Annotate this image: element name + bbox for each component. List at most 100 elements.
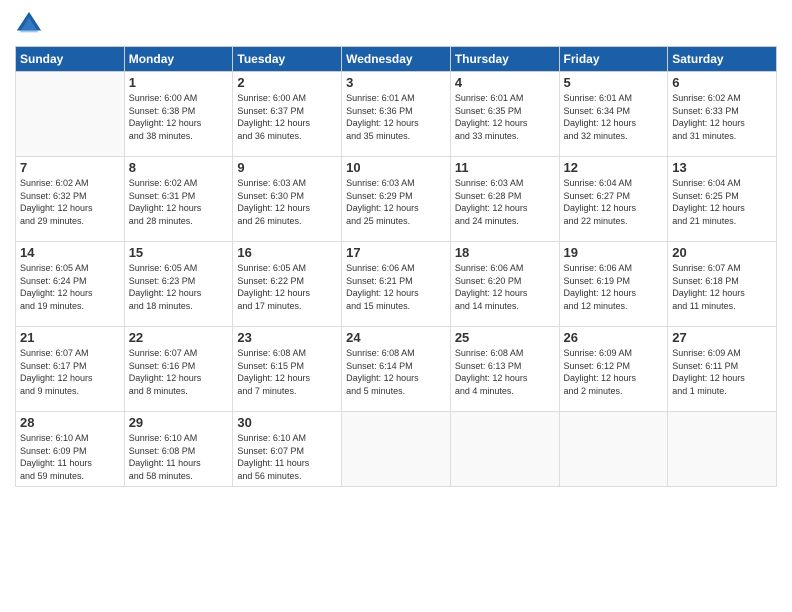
day-number: 13 — [672, 160, 772, 175]
day-number: 12 — [564, 160, 664, 175]
calendar-week-row: 7Sunrise: 6:02 AM Sunset: 6:32 PM Daylig… — [16, 157, 777, 242]
day-info: Sunrise: 6:02 AM Sunset: 6:31 PM Dayligh… — [129, 177, 229, 227]
calendar-cell: 21Sunrise: 6:07 AM Sunset: 6:17 PM Dayli… — [16, 327, 125, 412]
day-number: 19 — [564, 245, 664, 260]
day-number: 6 — [672, 75, 772, 90]
day-number: 9 — [237, 160, 337, 175]
day-number: 10 — [346, 160, 446, 175]
calendar-cell: 30 Sunrise: 6:10 AM Sunset: 6:07 PM Dayli… — [233, 412, 342, 487]
calendar-cell: 4 Sunrise: 6:01 AM Sunset: 6:35 PM Daylig… — [450, 72, 559, 157]
day-number: 1 — [129, 75, 229, 90]
day-info: Sunrise: 6:05 AM Sunset: 6:22 PM Dayligh… — [237, 262, 337, 312]
day-info: Sunrise: 6:09 AM Sunset: 6:12 PM Dayligh… — [564, 347, 664, 397]
day-number: 4 — [455, 75, 555, 90]
day-number: 24 — [346, 330, 446, 345]
calendar-cell: 10 Sunrise: 6:03 AM Sunset: 6:29 PM Dayli… — [342, 157, 451, 242]
logo — [15, 10, 47, 38]
day-number: 5 — [564, 75, 664, 90]
calendar-cell: 25 Sunrise: 6:08 AM Sunset: 6:13 PM Dayli… — [450, 327, 559, 412]
day-header: Wednesday — [342, 47, 451, 72]
day-number: 14 — [20, 245, 120, 260]
calendar-cell — [16, 72, 125, 157]
day-info: Sunrise: 6:04 AM Sunset: 6:27 PM Dayligh… — [564, 177, 664, 227]
day-number: 29 — [129, 415, 229, 430]
day-info: Sunrise: 6:00 AM Sunset: 6:37 PM Dayligh… — [237, 92, 337, 142]
day-header: Tuesday — [233, 47, 342, 72]
day-number: 30 — [237, 415, 337, 430]
day-info: Sunrise: 6:09 AM Sunset: 6:11 PM Dayligh… — [672, 347, 772, 397]
day-info: Sunrise: 6:08 AM Sunset: 6:15 PM Dayligh… — [237, 347, 337, 397]
calendar-cell: 17Sunrise: 6:06 AM Sunset: 6:21 PM Dayli… — [342, 242, 451, 327]
day-info: Sunrise: 6:01 AM Sunset: 6:36 PM Dayligh… — [346, 92, 446, 142]
day-info: Sunrise: 6:03 AM Sunset: 6:29 PM Dayligh… — [346, 177, 446, 227]
day-info: Sunrise: 6:03 AM Sunset: 6:28 PM Dayligh… — [455, 177, 555, 227]
day-info: Sunrise: 6:01 AM Sunset: 6:35 PM Dayligh… — [455, 92, 555, 142]
calendar: SundayMondayTuesdayWednesdayThursdayFrid… — [15, 46, 777, 487]
day-info: Sunrise: 6:06 AM Sunset: 6:19 PM Dayligh… — [564, 262, 664, 312]
calendar-cell: 9 Sunrise: 6:03 AM Sunset: 6:30 PM Daylig… — [233, 157, 342, 242]
calendar-cell: 24Sunrise: 6:08 AM Sunset: 6:14 PM Dayli… — [342, 327, 451, 412]
day-info: Sunrise: 6:07 AM Sunset: 6:17 PM Dayligh… — [20, 347, 120, 397]
day-info: Sunrise: 6:08 AM Sunset: 6:13 PM Dayligh… — [455, 347, 555, 397]
day-info: Sunrise: 6:06 AM Sunset: 6:20 PM Dayligh… — [455, 262, 555, 312]
day-number: 15 — [129, 245, 229, 260]
day-info: Sunrise: 6:07 AM Sunset: 6:18 PM Dayligh… — [672, 262, 772, 312]
day-info: Sunrise: 6:10 AM Sunset: 6:07 PM Dayligh… — [237, 432, 337, 482]
day-number: 2 — [237, 75, 337, 90]
day-number: 22 — [129, 330, 229, 345]
day-header: Friday — [559, 47, 668, 72]
day-number: 18 — [455, 245, 555, 260]
calendar-cell — [342, 412, 451, 487]
calendar-cell — [559, 412, 668, 487]
calendar-cell: 6 Sunrise: 6:02 AM Sunset: 6:33 PM Daylig… — [668, 72, 777, 157]
day-info: Sunrise: 6:10 AM Sunset: 6:09 PM Dayligh… — [20, 432, 120, 482]
day-info: Sunrise: 6:04 AM Sunset: 6:25 PM Dayligh… — [672, 177, 772, 227]
calendar-header-row: SundayMondayTuesdayWednesdayThursdayFrid… — [16, 47, 777, 72]
calendar-week-row: 1 Sunrise: 6:00 AM Sunset: 6:38 PM Daylig… — [16, 72, 777, 157]
day-number: 7 — [20, 160, 120, 175]
day-info: Sunrise: 6:07 AM Sunset: 6:16 PM Dayligh… — [129, 347, 229, 397]
day-number: 26 — [564, 330, 664, 345]
day-number: 17 — [346, 245, 446, 260]
day-header: Monday — [124, 47, 233, 72]
calendar-week-row: 14 Sunrise: 6:05 AM Sunset: 6:24 PM Dayli… — [16, 242, 777, 327]
day-number: 3 — [346, 75, 446, 90]
calendar-cell: 12 Sunrise: 6:04 AM Sunset: 6:27 PM Dayli… — [559, 157, 668, 242]
day-info: Sunrise: 6:05 AM Sunset: 6:24 PM Dayligh… — [20, 262, 120, 312]
calendar-week-row: 28 Sunrise: 6:10 AM Sunset: 6:09 PM Dayli… — [16, 412, 777, 487]
calendar-cell — [668, 412, 777, 487]
calendar-cell: 5 Sunrise: 6:01 AM Sunset: 6:34 PM Daylig… — [559, 72, 668, 157]
day-info: Sunrise: 6:00 AM Sunset: 6:38 PM Dayligh… — [129, 92, 229, 142]
calendar-cell — [450, 412, 559, 487]
calendar-cell: 14 Sunrise: 6:05 AM Sunset: 6:24 PM Dayli… — [16, 242, 125, 327]
day-header: Saturday — [668, 47, 777, 72]
calendar-cell: 28 Sunrise: 6:10 AM Sunset: 6:09 PM Dayli… — [16, 412, 125, 487]
calendar-cell: 3 Sunrise: 6:01 AM Sunset: 6:36 PM Daylig… — [342, 72, 451, 157]
logo-icon — [15, 10, 43, 38]
calendar-cell: 1 Sunrise: 6:00 AM Sunset: 6:38 PM Daylig… — [124, 72, 233, 157]
day-info: Sunrise: 6:05 AM Sunset: 6:23 PM Dayligh… — [129, 262, 229, 312]
calendar-cell: 8 Sunrise: 6:02 AM Sunset: 6:31 PM Daylig… — [124, 157, 233, 242]
day-info: Sunrise: 6:10 AM Sunset: 6:08 PM Dayligh… — [129, 432, 229, 482]
day-header: Thursday — [450, 47, 559, 72]
day-number: 27 — [672, 330, 772, 345]
day-info: Sunrise: 6:03 AM Sunset: 6:30 PM Dayligh… — [237, 177, 337, 227]
day-number: 25 — [455, 330, 555, 345]
header — [15, 10, 777, 38]
calendar-cell: 2 Sunrise: 6:00 AM Sunset: 6:37 PM Daylig… — [233, 72, 342, 157]
day-info: Sunrise: 6:02 AM Sunset: 6:33 PM Dayligh… — [672, 92, 772, 142]
day-number: 8 — [129, 160, 229, 175]
day-info: Sunrise: 6:01 AM Sunset: 6:34 PM Dayligh… — [564, 92, 664, 142]
page: SundayMondayTuesdayWednesdayThursdayFrid… — [0, 0, 792, 612]
calendar-cell: 16Sunrise: 6:05 AM Sunset: 6:22 PM Dayli… — [233, 242, 342, 327]
calendar-cell: 18 Sunrise: 6:06 AM Sunset: 6:20 PM Dayli… — [450, 242, 559, 327]
calendar-cell: 27 Sunrise: 6:09 AM Sunset: 6:11 PM Dayli… — [668, 327, 777, 412]
calendar-cell: 13 Sunrise: 6:04 AM Sunset: 6:25 PM Dayli… — [668, 157, 777, 242]
calendar-cell: 29 Sunrise: 6:10 AM Sunset: 6:08 PM Dayli… — [124, 412, 233, 487]
calendar-cell: 7Sunrise: 6:02 AM Sunset: 6:32 PM Daylig… — [16, 157, 125, 242]
calendar-cell: 20 Sunrise: 6:07 AM Sunset: 6:18 PM Dayli… — [668, 242, 777, 327]
calendar-cell: 26 Sunrise: 6:09 AM Sunset: 6:12 PM Dayli… — [559, 327, 668, 412]
day-number: 20 — [672, 245, 772, 260]
calendar-cell: 23Sunrise: 6:08 AM Sunset: 6:15 PM Dayli… — [233, 327, 342, 412]
day-number: 28 — [20, 415, 120, 430]
